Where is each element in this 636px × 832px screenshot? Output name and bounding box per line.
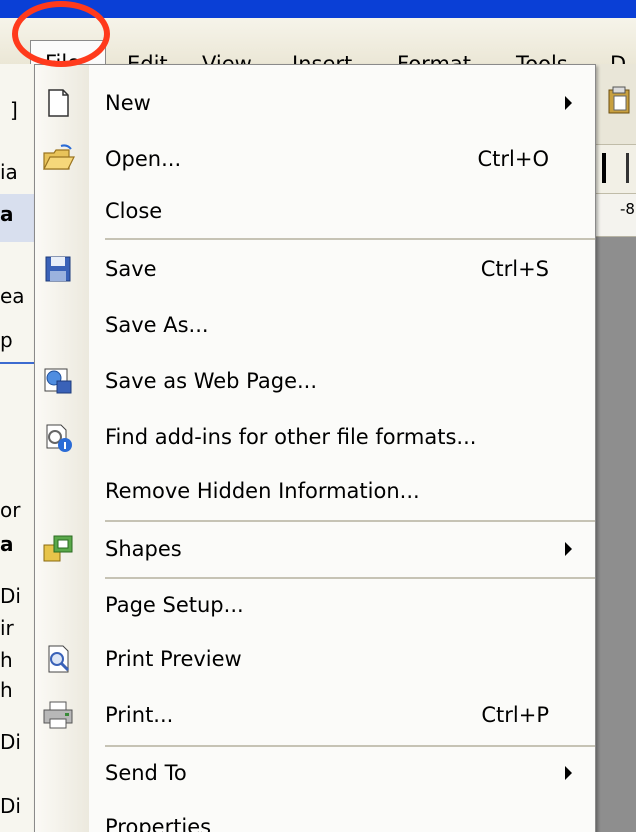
left-fragment: ia [0,160,18,184]
toolbar-separator [626,153,629,183]
left-fragment: p [0,328,13,352]
formatting-toolbar-partial [596,145,636,194]
left-fragment: Di [0,730,21,754]
open-folder-icon [43,144,75,170]
document-area-partial: -8 [596,64,636,832]
file-menu-dropdown: New Open... Ctrl+O Close Save Ctrl+S Sav… [34,64,596,832]
menu-item-close[interactable]: Close [35,183,595,239]
left-divider [0,362,36,364]
print-preview-icon [48,645,70,673]
menu-item-print[interactable]: Print... Ctrl+P [35,687,595,743]
left-fragment: or [0,498,21,522]
new-document-icon [48,89,69,117]
menu-separator [105,238,595,240]
left-fragment: Di [0,794,21,818]
left-fragment: Di [0,584,21,608]
menu-item-label: Print... [105,703,174,727]
menu-item-label: Properties [105,815,212,832]
menu-item-label: Remove Hidden Information... [105,479,420,503]
left-fragment: ir [0,616,14,640]
toolbar-partial [596,64,636,145]
paste-icon[interactable] [608,86,630,114]
menu-item-label: Save As... [105,313,209,337]
menu-bar: File Edit View Insert Format Tools D [0,18,636,85]
left-fragment: ea [0,284,25,308]
app-window: File Edit View Insert Format Tools D ] i… [0,0,636,832]
ruler: -8 [596,194,636,237]
submenu-arrow-icon [565,96,572,110]
menu-item-page-setup[interactable]: Page Setup... [35,577,595,633]
left-fragment: h [0,678,13,702]
shapes-icon [43,535,73,562]
menu-item-label: Close [105,199,163,223]
left-fragment: h [0,648,13,672]
menu-item-label: Send To [105,761,187,785]
menu-item-label: Save [105,257,157,281]
menu-item-label: New [105,91,151,115]
ruler-mark: -8 [620,200,635,218]
submenu-arrow-icon [565,542,572,556]
web-page-icon [44,368,72,394]
menu-item-shapes[interactable]: Shapes [35,521,595,577]
menu-item-label: Open... [105,147,182,171]
left-fragment: a [0,532,14,556]
left-fragment: a [0,202,14,226]
find-add-ins-icon [46,424,72,452]
shortcut-label: Ctrl+O [477,147,550,171]
submenu-arrow-icon [565,766,572,780]
left-panel-partial: ] ia a ea p or a Di ir h h Di Di [0,64,37,832]
menu-item-print-preview[interactable]: Print Preview [35,631,595,687]
toolbar-bold-glyph [602,153,606,183]
menu-item-save-as[interactable]: Save As... [35,297,595,353]
menu-item-label: Print Preview [105,647,242,671]
menu-item-save[interactable]: Save Ctrl+S [35,241,595,297]
menu-item-label: Find add-ins for other file formats... [105,425,477,449]
title-bar [0,0,636,18]
menu-item-open[interactable]: Open... Ctrl+O [35,131,595,187]
menu-item-label: Shapes [105,537,182,561]
shortcut-label: Ctrl+S [480,257,549,281]
menu-item-remove-hidden-information[interactable]: Remove Hidden Information... [35,463,595,519]
menu-item-save-as-web-page[interactable]: Save as Web Page... [35,353,595,409]
menu-item-label: Page Setup... [105,593,244,617]
printer-icon [43,701,73,729]
save-disk-icon [45,256,71,282]
menu-item-label: Save as Web Page... [105,369,318,393]
menu-item-properties[interactable]: Properties [35,799,595,832]
menu-item-find-add-ins[interactable]: Find add-ins for other file formats... [35,409,595,465]
shortcut-label: Ctrl+P [481,703,549,727]
left-fragment: ] [10,98,18,122]
menu-item-new[interactable]: New [35,75,595,131]
menu-item-send-to[interactable]: Send To [35,745,595,801]
